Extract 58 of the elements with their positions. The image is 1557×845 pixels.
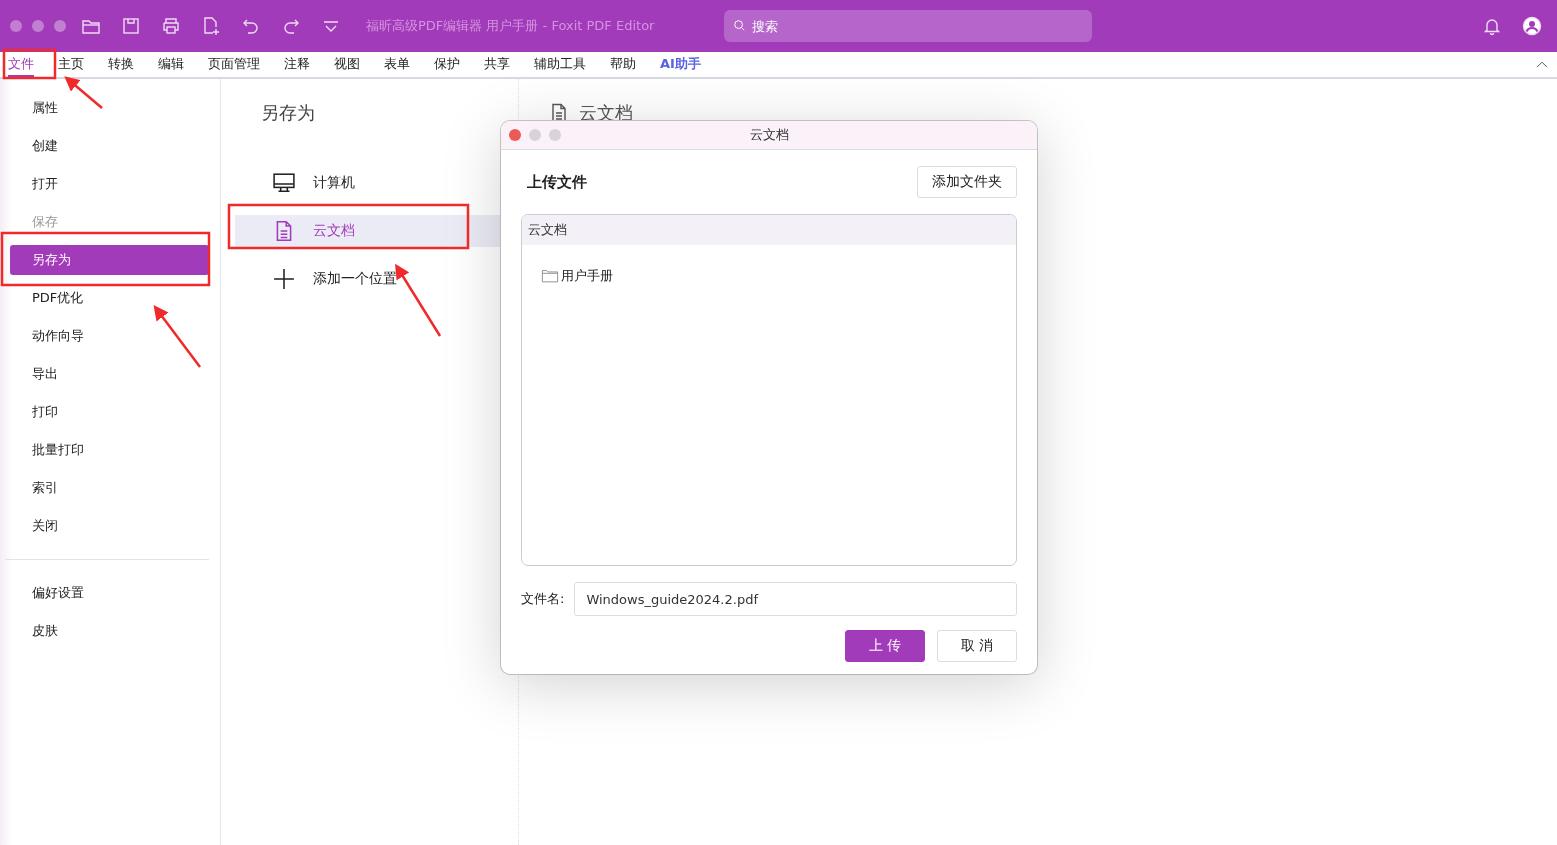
minimize-window-icon[interactable]	[529, 129, 541, 141]
sidebar-item[interactable]: 导出	[10, 359, 209, 389]
print-icon	[161, 16, 181, 36]
plus-icon	[273, 268, 295, 290]
sidebar-item[interactable]: 关闭	[10, 511, 209, 541]
new-file-icon	[201, 16, 221, 36]
ribbon-tab[interactable]: 视图	[334, 52, 360, 77]
ribbon-tab[interactable]: 共享	[484, 52, 510, 77]
location-item[interactable]: 添加一个位置	[235, 263, 518, 295]
ribbon-tab[interactable]: 页面管理	[208, 52, 260, 77]
sidebar-item[interactable]: 动作向导	[10, 321, 209, 351]
sidebar-item[interactable]: 另存为	[10, 245, 209, 275]
ribbon-tab[interactable]: 保护	[434, 52, 460, 77]
dialog-heading: 上传文件	[527, 172, 587, 192]
zoom-window-icon[interactable]	[54, 20, 66, 32]
ribbon-tab[interactable]: 辅助工具	[534, 52, 586, 77]
window-title: 福昕高级PDF编辑器 用户手册 - Foxit PDF Editor	[366, 17, 655, 35]
close-window-icon[interactable]	[509, 129, 521, 141]
location-item[interactable]: 计算机	[235, 167, 518, 199]
filename-field[interactable]: Windows_guide2024.2.pdf	[574, 582, 1017, 616]
ribbon-tab[interactable]: 转换	[108, 52, 134, 77]
annotation-arrow	[64, 76, 103, 109]
cancel-button[interactable]: 取 消	[937, 630, 1017, 662]
sidebar-item[interactable]: 皮肤	[10, 616, 209, 646]
search-field[interactable]: 搜索	[724, 10, 1093, 42]
bell-icon	[1482, 16, 1502, 36]
add-folder-button[interactable]: 添加文件夹	[917, 166, 1017, 198]
tree-header: 云文档	[522, 215, 1016, 245]
highlight-box	[2, 48, 57, 80]
filename-label: 文件名:	[521, 590, 565, 608]
monitor-icon	[273, 172, 295, 194]
close-window-icon[interactable]	[10, 20, 22, 32]
ribbon-tab[interactable]: 注释	[284, 52, 310, 77]
ribbon-tab[interactable]: 帮助	[610, 52, 636, 77]
sidebar-item[interactable]: 索引	[10, 473, 209, 503]
ribbon-tab[interactable]: AI助手	[660, 52, 701, 77]
sidebar-item[interactable]: 批量打印	[10, 435, 209, 465]
ribbon-tab[interactable]: 编辑	[158, 52, 184, 77]
annotation-arrow	[153, 305, 201, 368]
sidebar-item[interactable]: PDF优化	[10, 283, 209, 313]
sidebar-item[interactable]: 属性	[10, 93, 209, 123]
save-icon	[121, 16, 141, 36]
ribbon-tab[interactable]: 表单	[384, 52, 410, 77]
document-icon	[549, 103, 569, 123]
dialog-title: 云文档	[749, 126, 789, 144]
ribbon-tab[interactable]: 文件	[8, 52, 34, 77]
sidebar-item[interactable]: 创建	[10, 131, 209, 161]
sidebar-item[interactable]: 偏好设置	[10, 578, 209, 608]
folder-icon	[541, 267, 559, 285]
zoom-window-icon[interactable]	[549, 129, 561, 141]
sidebar-item[interactable]: 打印	[10, 397, 209, 427]
ribbon-tab[interactable]: 主页	[58, 52, 84, 77]
minimize-window-icon[interactable]	[32, 20, 44, 32]
panel-title: 另存为	[261, 101, 316, 125]
upload-button[interactable]: 上 传	[845, 630, 925, 662]
user-avatar-icon	[1522, 16, 1542, 36]
sidebar-item[interactable]: 打开	[10, 169, 209, 199]
folder-item[interactable]: 用户手册	[541, 267, 613, 285]
